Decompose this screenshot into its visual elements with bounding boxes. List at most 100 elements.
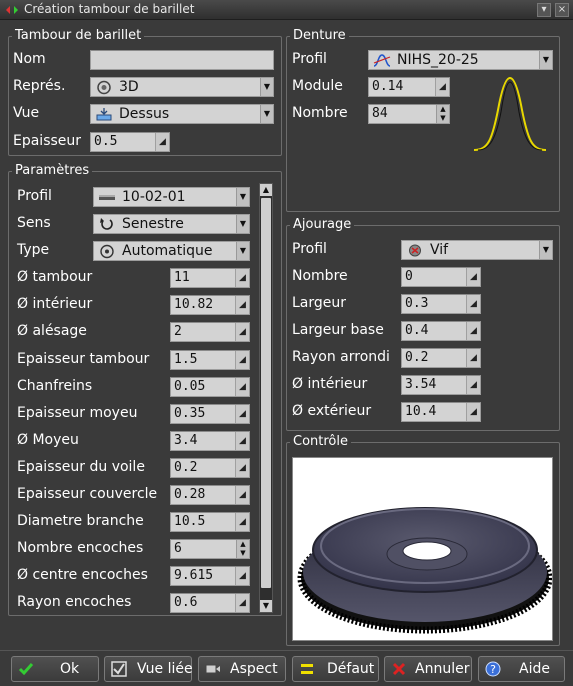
annuler-button[interactable]: Annuler bbox=[384, 656, 472, 682]
cancel-icon bbox=[392, 662, 406, 676]
repres-select[interactable]: 3D ▼ bbox=[90, 77, 274, 97]
ajourage-field[interactable]: 0.3 ◢ bbox=[401, 294, 481, 314]
ajourage-label: Largeur bbox=[292, 295, 347, 311]
type-select[interactable]: Automatique ▼ bbox=[93, 241, 250, 261]
ajourage-field[interactable]: 0.4 ◢ bbox=[401, 321, 481, 341]
ok-button[interactable]: Ok bbox=[11, 656, 99, 682]
gear-drum-render bbox=[297, 507, 553, 634]
resize-icon: ◢ bbox=[235, 378, 249, 396]
resize-icon: ◢ bbox=[466, 403, 480, 421]
param-label: Chanfreins bbox=[17, 378, 93, 394]
nom-field[interactable] bbox=[90, 50, 274, 70]
resize-icon: ◢ bbox=[235, 296, 249, 314]
resize-icon: ◢ bbox=[155, 133, 169, 151]
nombre-label: Nombre bbox=[292, 105, 348, 121]
ajourage-label: Nombre bbox=[292, 268, 348, 284]
ajourage-field[interactable]: 3.54 ◢ bbox=[401, 375, 481, 395]
resize-icon: ◢ bbox=[235, 486, 249, 504]
param-field[interactable]: 0.6 ◢ bbox=[170, 593, 250, 613]
param-field[interactable]: 9.615 ◢ bbox=[170, 566, 250, 586]
scroll-down-icon[interactable]: ▼ bbox=[260, 600, 272, 612]
spinner-icon: ▲ ▼ bbox=[236, 540, 249, 558]
param-field[interactable]: 0.2 ◢ bbox=[170, 458, 250, 478]
aspect-icon bbox=[205, 664, 220, 674]
param-field[interactable]: 6 ▲ ▼ bbox=[170, 539, 250, 559]
param-field[interactable]: 0.28 ◢ bbox=[170, 485, 250, 505]
param-field[interactable]: 0.05 ◢ bbox=[170, 377, 250, 397]
resize-icon: ◢ bbox=[466, 376, 480, 394]
chevron-down-icon: ▼ bbox=[260, 105, 273, 123]
ajourage-label: Largeur base bbox=[292, 322, 384, 338]
aide-button[interactable]: ? Aide bbox=[478, 656, 565, 682]
denture-profil-label: Profil bbox=[292, 51, 327, 67]
param-label: Ø tambour bbox=[17, 269, 93, 285]
param-label: Rayon encoches bbox=[17, 594, 132, 610]
ajourage-profil-select[interactable]: Vif ▼ bbox=[401, 240, 553, 260]
ajourage-label: Ø intérieur bbox=[292, 376, 368, 392]
denture-profil-select[interactable]: NIHS_20-25 ▼ bbox=[368, 50, 553, 70]
auto-icon bbox=[100, 244, 114, 259]
checkbox-icon bbox=[111, 661, 127, 677]
close-icon[interactable]: × bbox=[555, 3, 569, 17]
ajourage-field[interactable]: 10.4 ◢ bbox=[401, 402, 481, 422]
param-profil-select[interactable]: 10-02-01 ▼ bbox=[93, 187, 250, 207]
param-field[interactable]: 0.35 ◢ bbox=[170, 404, 250, 424]
resize-icon: ◢ bbox=[235, 269, 249, 287]
chevron-down-icon: ▼ bbox=[539, 51, 552, 69]
top-view-icon bbox=[96, 108, 112, 121]
param-label: Epaisseur moyeu bbox=[17, 405, 138, 421]
param-label: Nombre encoches bbox=[17, 540, 144, 556]
param-label: Ø intérieur bbox=[17, 296, 93, 312]
epaisseur-field[interactable]: 0.5 ◢ bbox=[90, 132, 170, 152]
rotation-icon bbox=[100, 218, 113, 230]
controle-title: Contrôle bbox=[290, 434, 351, 449]
parametres-scrollbar[interactable]: ▲ ▼ bbox=[259, 183, 273, 613]
svg-text:?: ? bbox=[490, 663, 496, 676]
param-label: Ø Moyeu bbox=[17, 432, 79, 448]
defaut-button[interactable]: Défaut bbox=[292, 656, 379, 682]
sens-select[interactable]: Senestre ▼ bbox=[93, 214, 250, 234]
param-field[interactable]: 11 ◢ bbox=[170, 268, 250, 288]
resize-icon: ◢ bbox=[235, 351, 249, 369]
3d-preview[interactable] bbox=[292, 457, 553, 641]
module-label: Module bbox=[292, 78, 343, 94]
module-field[interactable]: 0.14 ◢ bbox=[368, 77, 450, 97]
resize-icon: ◢ bbox=[235, 459, 249, 477]
param-field[interactable]: 10.5 ◢ bbox=[170, 512, 250, 532]
param-field[interactable]: 3.4 ◢ bbox=[170, 431, 250, 451]
resize-icon: ◢ bbox=[235, 594, 249, 612]
nombre-field[interactable]: 84 ▲ ▼ bbox=[368, 104, 450, 124]
type-label: Type bbox=[17, 242, 50, 258]
vue-select[interactable]: Dessus ▼ bbox=[90, 104, 274, 124]
resize-icon: ◢ bbox=[466, 349, 480, 367]
ajourage-field[interactable]: 0 ◢ bbox=[401, 267, 481, 287]
ajourage-field[interactable]: 0.2 ◢ bbox=[401, 348, 481, 368]
vue-liee-button[interactable]: Vue liée bbox=[104, 656, 193, 682]
resize-icon: ◢ bbox=[466, 322, 480, 340]
chevron-down-icon: ▼ bbox=[236, 188, 249, 206]
param-label: Epaisseur du voile bbox=[17, 459, 145, 475]
resize-icon: ◢ bbox=[235, 513, 249, 531]
sharp-icon bbox=[409, 244, 421, 257]
scroll-up-icon[interactable]: ▲ bbox=[260, 184, 272, 196]
denture-title: Denture bbox=[290, 28, 349, 43]
nom-label: Nom bbox=[13, 51, 46, 67]
epaisseur-label: Epaisseur bbox=[13, 133, 82, 149]
resize-icon: ◢ bbox=[235, 405, 249, 423]
chevron-down-icon: ▼ bbox=[539, 241, 552, 259]
ajourage-label: Ø extérieur bbox=[292, 403, 372, 419]
param-field[interactable]: 10.82 ◢ bbox=[170, 295, 250, 315]
aspect-button[interactable]: Aspect bbox=[198, 656, 286, 682]
resize-icon: ◢ bbox=[466, 295, 480, 313]
resize-icon: ◢ bbox=[235, 432, 249, 450]
param-label: Diametre branche bbox=[17, 513, 144, 529]
resize-icon: ◢ bbox=[466, 268, 480, 286]
ajourage-label: Rayon arrondi bbox=[292, 349, 390, 365]
param-field[interactable]: 2 ◢ bbox=[170, 322, 250, 342]
param-field[interactable]: 1.5 ◢ bbox=[170, 350, 250, 370]
scroll-thumb[interactable] bbox=[261, 198, 271, 588]
chevron-down-icon: ▼ bbox=[236, 215, 249, 233]
resize-icon: ◢ bbox=[235, 567, 249, 585]
menu-down-icon[interactable]: ▾ bbox=[537, 3, 551, 17]
spinner-icon: ▲ ▼ bbox=[436, 105, 449, 123]
